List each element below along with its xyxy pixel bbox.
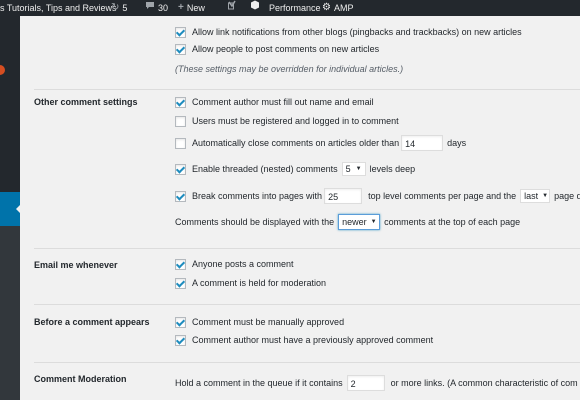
performance-link[interactable]: Performance — [250, 0, 321, 16]
anyone-posts-option: Anyone posts a comment — [175, 257, 294, 271]
comment-order-prefix: Comments should be displayed with the — [175, 217, 335, 227]
previously-approved-label: Comment author must have a previously ap… — [192, 335, 434, 345]
require-name-email-option: Comment author must fill out name and em… — [175, 95, 374, 109]
registration-required-option: Users must be registered and logged in t… — [175, 114, 399, 128]
admin-sidebar — [0, 16, 22, 400]
default-page-select[interactable]: last ▼ — [520, 189, 551, 203]
updates-count: 5 — [122, 3, 128, 13]
updates-link[interactable]: ↻ 5 — [111, 0, 127, 16]
held-moderation-option: A comment is held for moderation — [175, 276, 326, 290]
paged-comments-middle: top level comments per page and the — [368, 191, 517, 201]
comment-order-select[interactable]: newer ▼ — [338, 214, 381, 230]
section-divider — [34, 304, 580, 305]
manually-approved-checkbox[interactable] — [175, 316, 186, 328]
comment-icon — [145, 0, 155, 16]
site-name-link[interactable]: s Tutorials, Tips and Reviews — [0, 0, 117, 16]
comment-moderation-label: Comment Moderation — [34, 374, 127, 384]
comment-order-value: newer — [342, 217, 367, 227]
link-notifications-checkbox[interactable] — [175, 26, 186, 38]
close-comments-checkbox[interactable] — [175, 137, 186, 149]
section-divider — [34, 248, 580, 249]
comments-per-page-input[interactable]: 25 — [324, 188, 363, 204]
yoast-icon — [227, 0, 236, 16]
chevron-down-icon: ▼ — [542, 193, 549, 199]
site-name-label: s Tutorials, Tips and Reviews — [0, 3, 117, 13]
allow-comments-option: Allow people to post comments on new art… — [175, 42, 379, 56]
amp-label: AMP — [333, 3, 354, 13]
link-notifications-option: Allow link notifications from other blog… — [175, 25, 522, 39]
manually-approved-option: Comment must be manually approved — [175, 315, 344, 329]
paged-comments-checkbox[interactable] — [175, 190, 186, 202]
chevron-down-icon: ▼ — [370, 219, 377, 225]
moderation-hold-suffix: or more links. (A common characteristic … — [390, 378, 578, 388]
default-page-value: last — [524, 191, 539, 201]
paged-comments-suffix: page di — [554, 191, 580, 201]
close-comments-option: Automatically close comments on articles… — [175, 135, 467, 151]
held-moderation-checkbox[interactable] — [175, 277, 186, 289]
email-me-label: Email me whenever — [34, 260, 118, 270]
gear-icon: ⚙ — [322, 2, 331, 13]
require-name-email-checkbox[interactable] — [175, 96, 186, 108]
notification-bubble — [0, 65, 5, 75]
previously-approved-checkbox[interactable] — [175, 334, 186, 346]
amp-link[interactable]: ⚙ AMP — [322, 0, 353, 16]
allow-comments-checkbox[interactable] — [175, 43, 186, 55]
require-name-email-label: Comment author must fill out name and em… — [192, 97, 374, 107]
refresh-icon: ↻ — [111, 2, 120, 13]
performance-icon — [250, 0, 260, 16]
settings-content: Allow link notifications from other blog… — [20, 16, 580, 400]
chevron-down-icon: ▼ — [355, 166, 362, 172]
sidebar-submenu — [0, 226, 20, 400]
comment-order-option: Comments should be displayed with the ne… — [175, 214, 520, 230]
comment-order-suffix: comments at the top of each page — [384, 217, 521, 227]
close-comments-days-input[interactable]: 14 — [401, 135, 444, 151]
override-note: (These settings may be overridden for in… — [175, 64, 404, 74]
thread-depth-value: 5 — [345, 164, 351, 174]
comments-link[interactable]: 30 — [145, 0, 168, 16]
manually-approved-label: Comment must be manually approved — [192, 317, 345, 327]
held-moderation-label: A comment is held for moderation — [192, 278, 327, 288]
link-notifications-label: Allow link notifications from other blog… — [192, 27, 522, 37]
previously-approved-option: Comment author must have a previously ap… — [175, 333, 433, 347]
new-content-link[interactable]: + New — [178, 0, 205, 16]
anyone-posts-checkbox[interactable] — [175, 258, 186, 270]
paged-comments-option: Break comments into pages with 25 top le… — [175, 188, 580, 204]
close-comments-prefix: Automatically close comments on articles… — [192, 138, 400, 148]
paged-comments-prefix: Break comments into pages with — [192, 191, 323, 201]
admin-bar: s Tutorials, Tips and Reviews ↻ 5 30 + N… — [0, 0, 580, 16]
yoast-link[interactable] — [226, 0, 240, 16]
section-divider — [34, 89, 580, 90]
registration-required-checkbox[interactable] — [175, 115, 186, 127]
section-divider — [34, 362, 580, 363]
performance-label: Performance — [269, 3, 321, 13]
moderation-links-option: Hold a comment in the queue if it contai… — [175, 375, 578, 391]
comments-count: 30 — [158, 3, 169, 13]
registration-required-label: Users must be registered and logged in t… — [192, 116, 399, 126]
threaded-comments-prefix: Enable threaded (nested) comments — [192, 164, 338, 174]
threaded-comments-checkbox[interactable] — [175, 163, 186, 175]
thread-depth-select[interactable]: 5 ▼ — [341, 162, 366, 176]
other-comment-settings-label: Other comment settings — [34, 97, 138, 107]
threaded-comments-option: Enable threaded (nested) comments 5 ▼ le… — [175, 162, 415, 176]
anyone-posts-label: Anyone posts a comment — [192, 259, 294, 269]
new-label: New — [186, 3, 205, 13]
allow-comments-label: Allow people to post comments on new art… — [192, 44, 380, 54]
before-appears-label: Before a comment appears — [34, 317, 150, 327]
moderation-links-input[interactable]: 2 — [346, 375, 385, 391]
moderation-hold-prefix: Hold a comment in the queue if it contai… — [175, 378, 343, 388]
close-comments-suffix: days — [447, 138, 467, 148]
plus-icon: + — [178, 2, 184, 13]
threaded-comments-suffix: levels deep — [369, 164, 416, 174]
